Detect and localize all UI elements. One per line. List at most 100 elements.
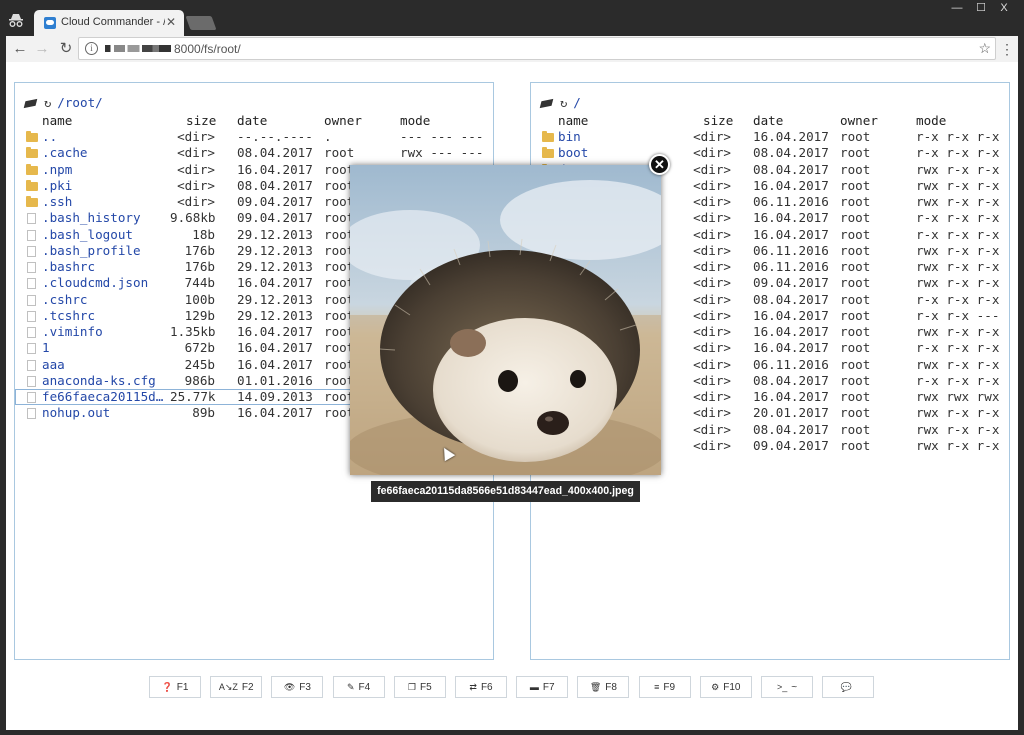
row-icon <box>26 243 39 259</box>
file-date: 16.04.2017 <box>237 356 313 372</box>
file-size: <dir> <box>693 226 731 242</box>
header-mode[interactable]: mode <box>916 113 946 129</box>
file-owner: root <box>840 275 871 291</box>
file-date: 09.04.2017 <box>237 210 313 226</box>
folder-icon <box>26 179 38 191</box>
title-bar: Cloud Commander - /ro ✕ — ☐ X <box>0 0 1024 36</box>
file-name: .cshrc <box>42 291 88 307</box>
header-date[interactable]: date <box>237 113 267 129</box>
file-mode: rwx r-x r-x <box>916 421 1000 437</box>
file-mode: rwx r-x r-x <box>916 324 1000 339</box>
file-date: 06.11.2016 <box>753 242 829 258</box>
header-size[interactable]: size <box>186 113 216 129</box>
row-icon <box>26 405 39 421</box>
site-info-icon[interactable]: i <box>85 42 98 55</box>
fkey-button-F1[interactable]: ❓ F1 <box>149 676 201 698</box>
column-headers: name size date owner mode <box>15 113 493 129</box>
reload-icon[interactable]: ↻ <box>56 39 76 59</box>
clear-storage-icon[interactable] <box>23 98 38 109</box>
file-name: .bash_logout <box>42 226 133 242</box>
file-name: fe66faeca20115d… <box>42 389 164 404</box>
file-date: 09.04.2017 <box>753 275 829 291</box>
browser-window: Cloud Commander - /ro ✕ — ☐ X ← → ↻ i 80… <box>0 0 1024 735</box>
file-mode: r-x r-x r-x <box>916 226 1000 242</box>
viewer-close-button[interactable]: ✕ <box>649 154 670 175</box>
tab-title: Cloud Commander - /ro <box>61 16 165 28</box>
file-owner: root <box>840 291 871 307</box>
refresh-icon[interactable]: ↻ <box>560 96 567 110</box>
tab-close-icon[interactable]: ✕ <box>166 15 176 29</box>
current-path[interactable]: / <box>573 95 581 110</box>
current-path[interactable]: /root/ <box>57 95 103 110</box>
file-date: 16.04.2017 <box>753 177 829 193</box>
file-size: <dir> <box>693 259 731 274</box>
browser-menu-icon[interactable]: ⋮ <box>1000 40 1014 58</box>
image-caption: fe66faeca20115da8566e51d83447ead_400x400… <box>371 481 640 502</box>
fkey-button-F6[interactable]: ⇄ F6 <box>455 676 507 698</box>
file-owner: root <box>840 129 871 144</box>
folder-icon <box>26 196 38 207</box>
file-mode: r-x r-x r-x <box>916 210 1000 226</box>
header-date[interactable]: date <box>753 113 783 129</box>
file-owner: . <box>324 129 332 144</box>
fkey-button-F8[interactable]: 🗑 F8 <box>577 676 630 698</box>
file-row[interactable]: .. <dir> --.--.----. --- --- --- <box>15 129 493 145</box>
fkey-button-F2[interactable]: A↘Z F2 <box>210 676 263 698</box>
fkey-button-F4[interactable]: ✎ F4 <box>332 676 385 698</box>
refresh-icon[interactable]: ↻ <box>44 96 51 110</box>
file-date: 08.04.2017 <box>753 421 829 437</box>
fkey-button-contact[interactable]: 💬 <box>822 676 875 698</box>
header-mode[interactable]: mode <box>400 113 430 129</box>
file-size: <dir> <box>693 372 731 388</box>
row-icon <box>26 389 39 405</box>
file-mode: rwx r-x r-x <box>916 405 1000 421</box>
fkey-button-F7[interactable]: ▬ F7 <box>516 676 569 698</box>
config-icon: ⚙ <box>711 682 720 692</box>
file-icon <box>27 262 36 273</box>
image-viewer[interactable] <box>350 165 661 475</box>
row-icon <box>26 210 39 226</box>
file-mode: rwx r-x r-x <box>916 161 1000 177</box>
fkey-button-F10[interactable]: ⚙ F10 <box>699 676 752 698</box>
file-mode: r-x r-x r-x <box>916 340 1000 356</box>
file-date: 06.11.2016 <box>753 259 829 274</box>
fkey-label: F8 <box>605 682 617 693</box>
file-row[interactable]: boot <dir> 08.04.2017 root r-x r-x r-x <box>531 145 1009 161</box>
header-size[interactable]: size <box>703 113 733 129</box>
new-tab-button[interactable] <box>185 16 217 30</box>
file-size: <dir> <box>693 210 731 226</box>
file-row[interactable]: .cache <dir> 08.04.2017 root rwx --- --- <box>15 145 493 161</box>
file-size: <dir> <box>693 242 731 258</box>
file-owner: root <box>840 259 871 274</box>
minimize-button[interactable]: — <box>944 0 970 18</box>
fkey-label: F10 <box>723 682 741 693</box>
fkey-button-F9[interactable]: ≡ F9 <box>638 676 691 698</box>
folder-icon <box>26 163 38 175</box>
header-name[interactable]: name <box>558 113 588 129</box>
address-bar[interactable]: i 8000/fs/root/ ☆ <box>78 37 996 60</box>
file-size: 89b <box>192 405 215 421</box>
row-icon <box>26 194 39 210</box>
header-name[interactable]: name <box>42 113 72 129</box>
bookmark-star-icon[interactable]: ☆ <box>978 40 991 57</box>
back-arrow-icon[interactable]: ← <box>10 39 30 59</box>
file-date: 06.11.2016 <box>753 356 829 372</box>
header-owner[interactable]: owner <box>324 113 362 129</box>
clear-storage-icon[interactable] <box>539 98 554 109</box>
file-icon <box>27 278 36 290</box>
fkey-button-F3[interactable]: 👁 F3 <box>271 676 324 698</box>
file-name: .cache <box>42 145 88 161</box>
file-date: 16.04.2017 <box>237 275 313 291</box>
fkey-button-F5[interactable]: ❐ F5 <box>393 676 446 698</box>
file-name: .ssh <box>42 194 73 209</box>
window-close-button[interactable]: X <box>990 0 1018 18</box>
forward-arrow-icon[interactable]: → <box>32 39 52 59</box>
file-icon <box>27 408 36 420</box>
row-icon <box>26 275 39 291</box>
fkey-button-console[interactable]: >_ ~ <box>761 676 813 698</box>
file-row[interactable]: bin <dir> 16.04.2017 root r-x r-x r-x <box>531 129 1009 145</box>
header-owner[interactable]: owner <box>840 113 878 129</box>
file-owner: root <box>840 307 871 323</box>
file-size: <dir> <box>693 340 731 356</box>
browser-tab[interactable]: Cloud Commander - /ro ✕ <box>34 10 184 36</box>
